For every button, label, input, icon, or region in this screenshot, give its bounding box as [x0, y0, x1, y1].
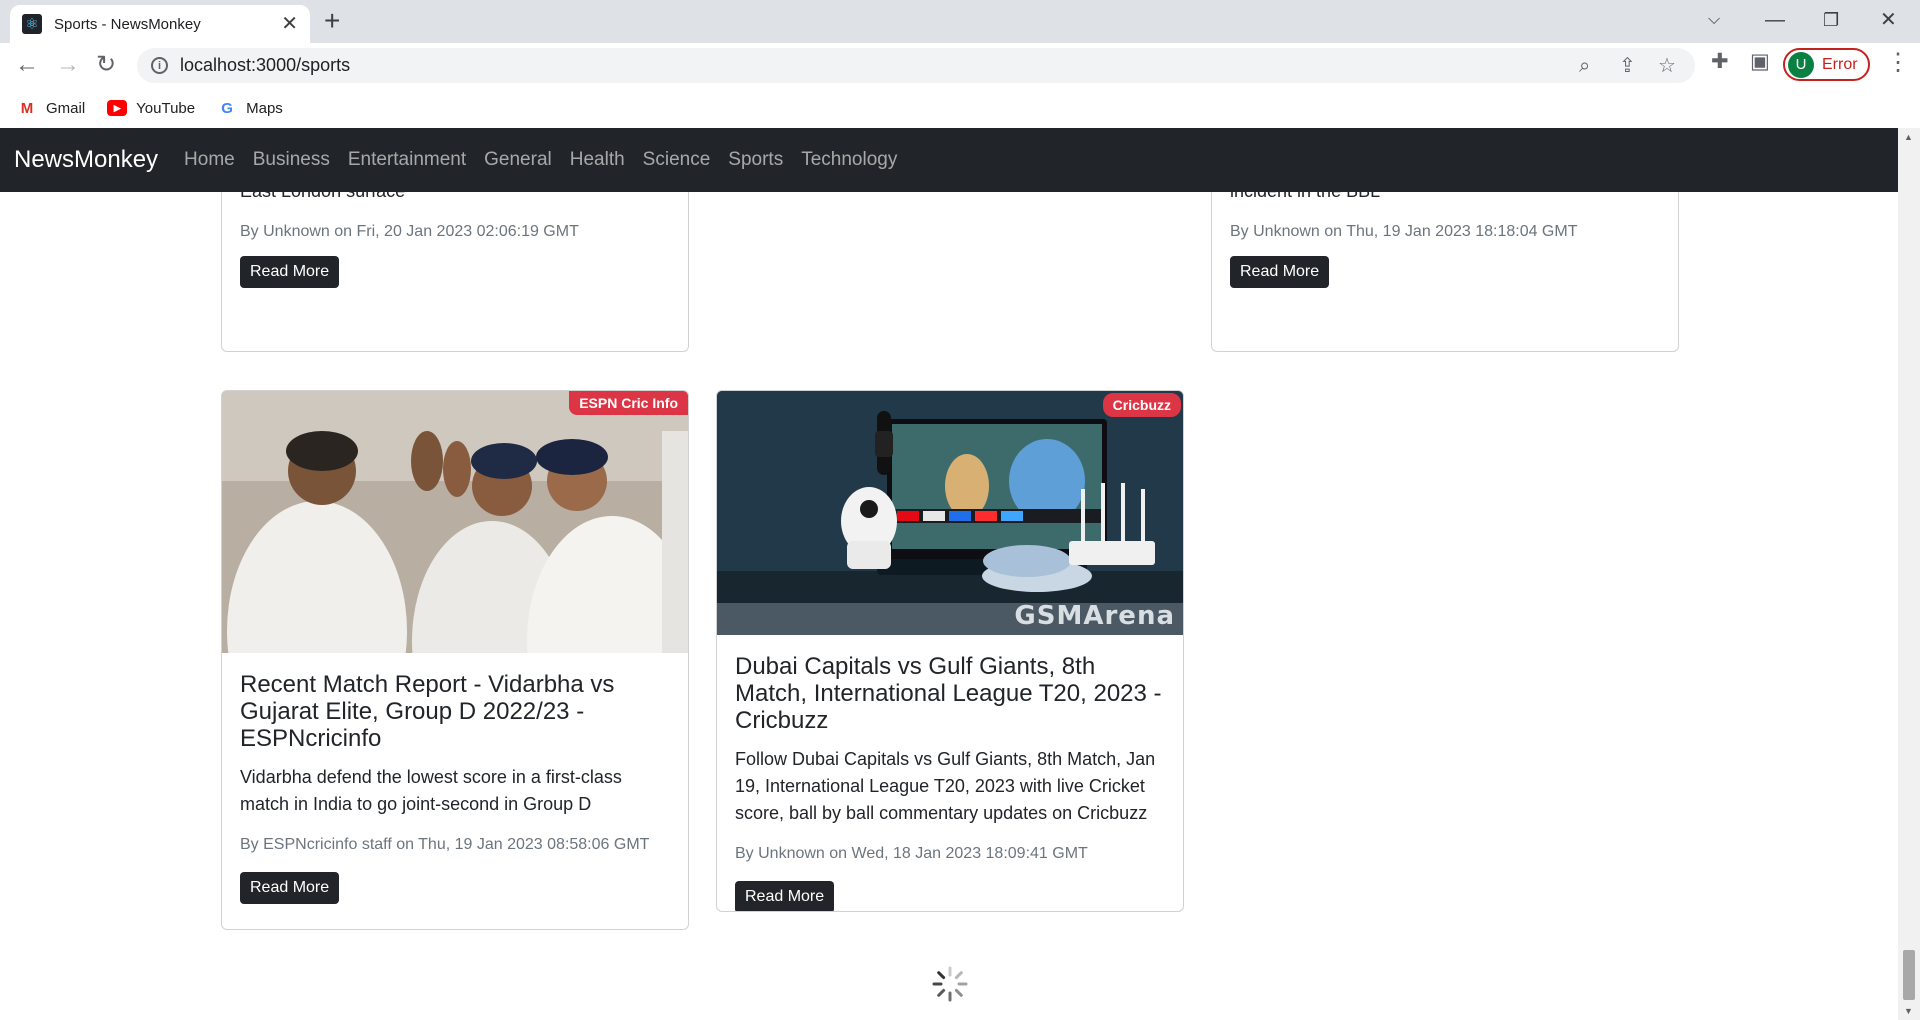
- bookmark-label: YouTube: [136, 99, 196, 117]
- card-title: Dubai Capitals vs Gulf Giants, 8th Match…: [735, 653, 1162, 734]
- site-navbar: NewsMonkey Home Business Entertainment G…: [0, 128, 1898, 192]
- card-meta: By Unknown on Fri, 20 Jan 2023 02:06:19 …: [240, 223, 579, 240]
- url-text[interactable]: localhost:3000/sports: [180, 55, 350, 76]
- browser-toolbar: ← → ↻ i localhost:3000/sports ⌕ ⇪ ☆: [0, 43, 1920, 88]
- youtube-icon: ▶: [107, 100, 128, 116]
- nav-link-science[interactable]: Science: [643, 149, 711, 171]
- profile-button[interactable]: U Error: [1783, 48, 1870, 81]
- zoom-icon[interactable]: ⌕: [1579, 55, 1590, 77]
- read-more-button[interactable]: Read More: [240, 872, 340, 904]
- page-viewport: NewsMonkey Home Business Entertainment G…: [0, 128, 1920, 1020]
- extensions-puzzle-icon[interactable]: ✚: [1711, 51, 1729, 73]
- article-image: GSMArena: [717, 391, 1183, 635]
- browser-tab-strip: ⚛ Sports - NewsMonkey ✕ + ⌵ — ❐ ✕: [0, 0, 1920, 43]
- forward-arrow-icon[interactable]: →: [56, 51, 80, 79]
- read-more-button[interactable]: Read More: [735, 881, 835, 911]
- scroll-up-arrow-icon[interactable]: ▲: [1904, 132, 1913, 142]
- news-card: ESPN Cric Info Recent Match Report - Vid…: [221, 390, 689, 930]
- minimize-icon[interactable]: —: [1765, 6, 1785, 34]
- new-tab-icon[interactable]: +: [324, 7, 340, 35]
- bookmark-star-icon[interactable]: ☆: [1658, 55, 1676, 77]
- avatar: U: [1788, 51, 1814, 78]
- card-title: Recent Match Report - Vidarbha vs Gujara…: [240, 671, 615, 752]
- nav-link-technology[interactable]: Technology: [801, 149, 897, 171]
- cricket-players-image: [222, 391, 688, 653]
- source-badge: ESPN Cric Info: [569, 391, 688, 415]
- bookmarks-bar: M Gmail ▶ YouTube G Maps: [0, 88, 1920, 128]
- card-description: Vidarbha defend the lowest score in a fi…: [240, 767, 622, 814]
- brand-logo[interactable]: NewsMonkey: [14, 146, 158, 174]
- card-description: Follow Dubai Capitals vs Gulf Giants, 8t…: [735, 749, 1156, 823]
- share-icon[interactable]: ⇪: [1619, 55, 1636, 77]
- address-bar[interactable]: i localhost:3000/sports ⌕ ⇪ ☆: [137, 48, 1695, 83]
- nav-link-general[interactable]: General: [484, 149, 552, 171]
- read-more-button[interactable]: Read More: [1230, 256, 1330, 288]
- close-tab-icon[interactable]: ✕: [281, 14, 298, 34]
- gmail-icon: M: [20, 99, 34, 117]
- nav-link-entertainment[interactable]: Entertainment: [348, 149, 466, 171]
- bookmark-youtube[interactable]: ▶ YouTube: [107, 100, 195, 117]
- profile-status: Error: [1822, 55, 1858, 73]
- image-watermark: GSMArena: [1014, 601, 1175, 631]
- menu-dots-icon[interactable]: ⋮: [1886, 51, 1910, 75]
- source-badge: Cricbuzz: [1102, 393, 1181, 417]
- close-window-icon[interactable]: ✕: [1880, 6, 1897, 34]
- nav-link-business[interactable]: Business: [253, 149, 330, 171]
- bookmark-label: Gmail: [46, 99, 86, 117]
- tab-search-chevron-icon[interactable]: ⌵: [1708, 6, 1720, 34]
- react-favicon-icon: ⚛: [22, 14, 42, 34]
- article-image: [222, 391, 688, 653]
- nav-link-home[interactable]: Home: [184, 149, 235, 171]
- loading-spinner-icon: [932, 966, 968, 1002]
- site-info-icon[interactable]: i: [151, 57, 168, 74]
- gadgets-image: [717, 391, 1183, 635]
- browser-tab[interactable]: ⚛ Sports - NewsMonkey ✕: [10, 5, 310, 43]
- scrollbar-thumb[interactable]: [1903, 950, 1915, 1000]
- page-scrollbar[interactable]: ▲ ▼: [1898, 128, 1920, 1020]
- tab-title: Sports - NewsMonkey: [54, 15, 201, 33]
- bookmark-gmail[interactable]: M Gmail: [17, 100, 85, 117]
- nav-link-health[interactable]: Health: [570, 149, 625, 171]
- card-meta: By Unknown on Wed, 18 Jan 2023 18:09:41 …: [735, 845, 1088, 862]
- card-meta: By ESPNcricinfo staff on Thu, 19 Jan 202…: [240, 836, 650, 853]
- back-arrow-icon[interactable]: ←: [15, 51, 39, 79]
- scroll-down-arrow-icon[interactable]: ▼: [1904, 1006, 1913, 1016]
- nav-link-sports[interactable]: Sports: [728, 149, 783, 171]
- side-panel-icon[interactable]: ▣: [1750, 51, 1770, 73]
- google-maps-icon: G: [221, 99, 233, 117]
- bookmark-maps[interactable]: G Maps: [217, 100, 283, 117]
- bookmark-label: Maps: [246, 99, 283, 117]
- news-card: Cricbuzz GSMArena Dubai Capitals vs Gulf…: [716, 390, 1184, 912]
- restore-icon[interactable]: ❐: [1823, 6, 1839, 34]
- reload-icon[interactable]: ↻: [96, 51, 116, 79]
- card-meta: By Unknown on Thu, 19 Jan 2023 18:18:04 …: [1230, 223, 1578, 240]
- read-more-button[interactable]: Read More: [240, 256, 340, 288]
